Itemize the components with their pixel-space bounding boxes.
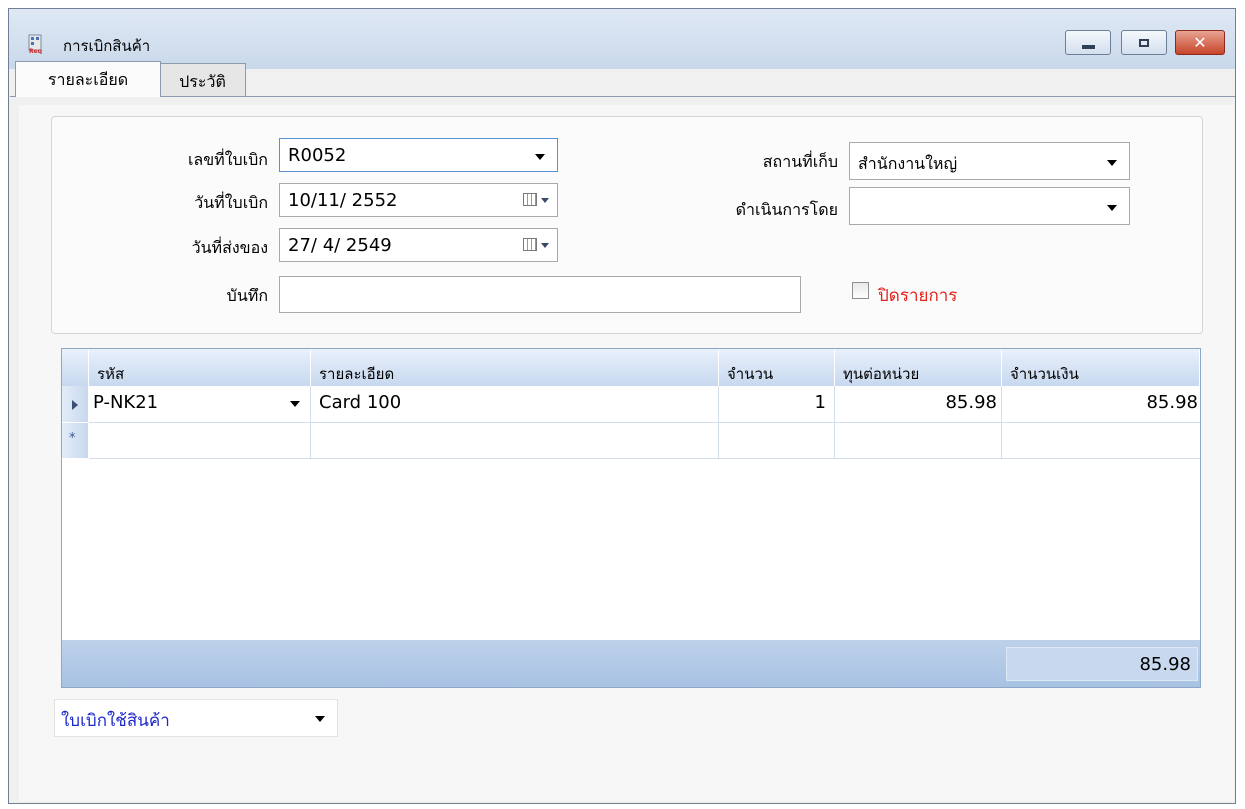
tab-details[interactable]: รายละเอียด: [15, 61, 161, 97]
row-selector[interactable]: [62, 386, 88, 423]
grid-footer: 85.98: [62, 640, 1200, 687]
table-row-cell-code[interactable]: P-NK21: [89, 386, 311, 423]
location-label: สถานที่เก็บ: [762, 152, 838, 171]
requisition-no-combo[interactable]: R0052: [279, 138, 558, 172]
chevron-down-icon[interactable]: [290, 401, 300, 407]
new-row-asterisk-icon: *: [69, 431, 76, 446]
maximize-icon: [1139, 38, 1149, 47]
table-row-cell-amount[interactable]: 85.98: [1002, 386, 1200, 423]
chevron-down-icon[interactable]: [1107, 160, 1117, 166]
operated-by-label: ดำเนินการโดย: [735, 200, 838, 219]
tab-history[interactable]: ประวัติ: [159, 63, 246, 96]
chevron-down-icon[interactable]: [1107, 205, 1117, 211]
close-item-checkbox[interactable]: [852, 282, 869, 299]
grid-corner-header: [62, 349, 89, 386]
title-bar[interactable]: Req การเบิกสินค้า ✕: [9, 9, 1235, 69]
requisition-date-picker[interactable]: 10/11/ 2552: [279, 183, 558, 217]
app-icon: Req: [28, 34, 42, 54]
window-title: การเบิกสินค้า: [63, 37, 151, 55]
new-row-cell-code[interactable]: [89, 423, 311, 459]
new-row-cell-quantity[interactable]: [719, 423, 835, 459]
minimize-button[interactable]: [1065, 30, 1111, 55]
delivery-date-picker[interactable]: 27/ 4/ 2549: [279, 228, 558, 262]
tab-strip-line: [10, 96, 1235, 97]
document-type-combo[interactable]: ใบเบิกใช้สินค้า: [54, 699, 338, 737]
grid-total-amount: 85.98: [1006, 647, 1198, 681]
delivery-date-label: วันที่ส่งของ: [191, 238, 268, 257]
note-input[interactable]: [279, 276, 801, 313]
location-combo[interactable]: สำนักงานใหญ่: [849, 142, 1130, 180]
table-row-cell-quantity[interactable]: 1: [719, 386, 835, 423]
new-row-cell-unit-cost[interactable]: [835, 423, 1002, 459]
new-row-cell-amount[interactable]: [1002, 423, 1200, 459]
chevron-down-icon[interactable]: [535, 154, 545, 160]
chevron-down-icon[interactable]: [541, 198, 549, 203]
calendar-icon[interactable]: [523, 238, 537, 251]
new-row-selector[interactable]: *: [62, 423, 88, 459]
new-row-cell-description[interactable]: [311, 423, 719, 459]
requisition-no-value: R0052: [288, 145, 347, 166]
minimize-icon: [1081, 44, 1095, 49]
requisition-date-label: วันที่ใบเบิก: [194, 193, 268, 212]
chevron-down-icon[interactable]: [315, 716, 325, 722]
table-row-cell-description[interactable]: Card 100: [311, 386, 719, 423]
requisition-no-label: เลขที่ใบเบิก: [187, 150, 268, 169]
delivery-date-value: 27/ 4/ 2549: [288, 235, 392, 256]
close-button[interactable]: ✕: [1175, 30, 1225, 55]
table-row-cell-unit-cost[interactable]: 85.98: [835, 386, 1002, 423]
operated-by-combo[interactable]: [849, 187, 1130, 225]
svg-text:Req: Req: [29, 48, 42, 54]
close-icon: ✕: [1193, 33, 1207, 52]
location-value: สำนักงานใหญ่: [858, 154, 958, 173]
chevron-down-icon[interactable]: [541, 243, 549, 248]
calendar-icon[interactable]: [523, 193, 537, 206]
maximize-button[interactable]: [1121, 30, 1167, 55]
column-header-description[interactable]: รายละเอียด: [311, 349, 719, 386]
document-type-value: ใบเบิกใช้สินค้า: [61, 711, 170, 731]
column-header-code[interactable]: รหัส: [89, 349, 311, 386]
current-row-arrow-icon: [72, 400, 78, 410]
items-grid: รหัส รายละเอียด จำนวน ทุนต่อหน่วย จำนวนเ…: [61, 348, 1201, 688]
close-item-label[interactable]: ปิดรายการ: [878, 282, 957, 309]
requisition-date-value: 10/11/ 2552: [288, 190, 398, 211]
column-header-unit-cost[interactable]: ทุนต่อหน่วย: [835, 349, 1002, 386]
column-header-quantity[interactable]: จำนวน: [719, 349, 835, 386]
column-header-amount[interactable]: จำนวนเงิน: [1002, 349, 1200, 386]
cell-code-value: P-NK21: [93, 392, 159, 413]
note-label: บันทึก: [226, 286, 268, 305]
